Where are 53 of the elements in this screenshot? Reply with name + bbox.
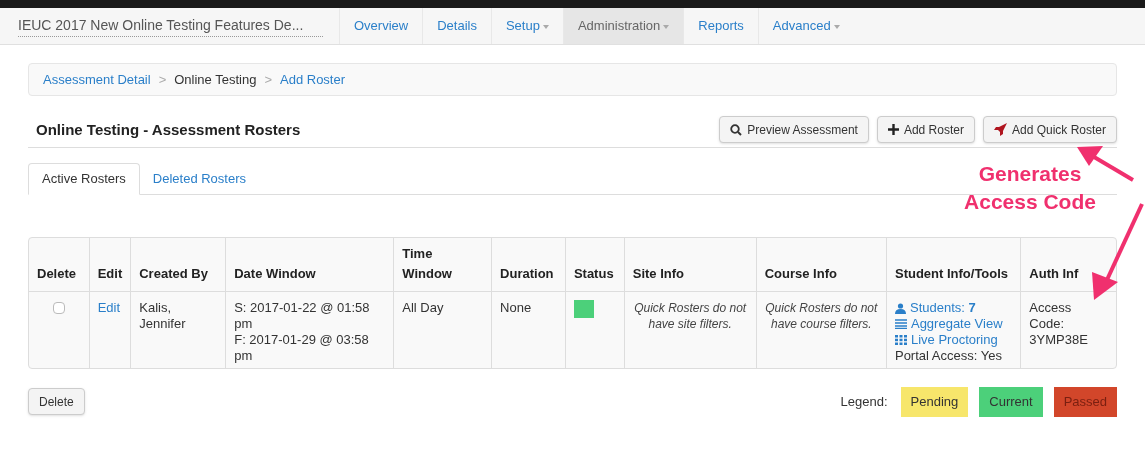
table-cell: Quick Rosters do not have course filters. [755,292,886,368]
legend-badge: Passed [1053,387,1117,417]
nav-tab[interactable]: Administration [562,8,684,44]
edit-link[interactable]: Edit [97,300,121,315]
tab[interactable]: Active Rosters [28,163,140,195]
column-header: Status [564,238,624,292]
action-button[interactable]: Add Roster [876,116,975,143]
rocket-icon [993,123,1007,136]
column-header: Delete [29,238,89,292]
breadcrumb-separator: > [158,70,167,89]
annotation-text: Generates Access Code [963,161,1097,215]
user-icon [894,302,906,314]
action-button[interactable]: Add Quick Roster [982,116,1117,143]
column-header: Student Info/Tools [885,238,1021,292]
nav-tab[interactable]: Details [422,8,491,44]
breadcrumb-link[interactable]: Add Roster [280,69,346,90]
table-cell: None [491,292,565,368]
nav-tab[interactable]: Advanced [757,8,854,44]
column-header: Course Info [755,238,886,292]
tool-link[interactable]: Students: 7 [909,300,976,316]
column-header: Duration [491,238,565,292]
nav-tab[interactable]: Setup [490,8,563,44]
grid-icon [894,335,907,345]
column-header: Edit [88,238,131,292]
legend-badge: Current [979,387,1043,417]
table-cell: Kalis, Jennifer [130,292,226,368]
checkbox[interactable] [52,302,65,314]
tab[interactable]: Deleted Rosters [139,163,260,195]
table-cell: Quick Rosters do not have site filters. [623,292,756,368]
breadcrumb-current: Online Testing [174,70,257,89]
table-cell-text: S: 2017-01-22 @ 01:58 pm [234,300,371,332]
column-header: Created By [130,238,226,292]
app-title: IEUC 2017 New Online Testing Features De... [18,15,323,37]
tool-link[interactable]: Live Proctoring [910,332,998,348]
search-icon [730,123,743,136]
table-cell: All Day [393,292,492,368]
legend-badge: Pending [900,387,969,417]
list-icon [894,319,907,329]
legend-label: Legend: [840,393,888,411]
nav-tab[interactable]: Reports [683,8,758,44]
nav-tab[interactable]: Overview [339,8,423,44]
breadcrumb-link[interactable]: Assessment Detail [43,69,151,90]
action-button[interactable]: Preview Assessment [719,116,869,143]
table-cell-text: Portal Access: Yes [894,348,1003,364]
column-header: Site Info [623,238,756,292]
plus-icon [887,124,899,135]
column-header: Time Window [393,238,492,292]
delete-button[interactable]: Delete [28,388,85,416]
tool-link[interactable]: Aggregate View [910,316,1003,332]
column-header: Date Window [225,238,394,292]
page-title: Online Testing - Assessment Rosters [35,119,301,140]
breadcrumb-separator: > [264,70,272,89]
table-cell-text: F: 2017-01-29 @ 03:58 pm [234,332,370,364]
